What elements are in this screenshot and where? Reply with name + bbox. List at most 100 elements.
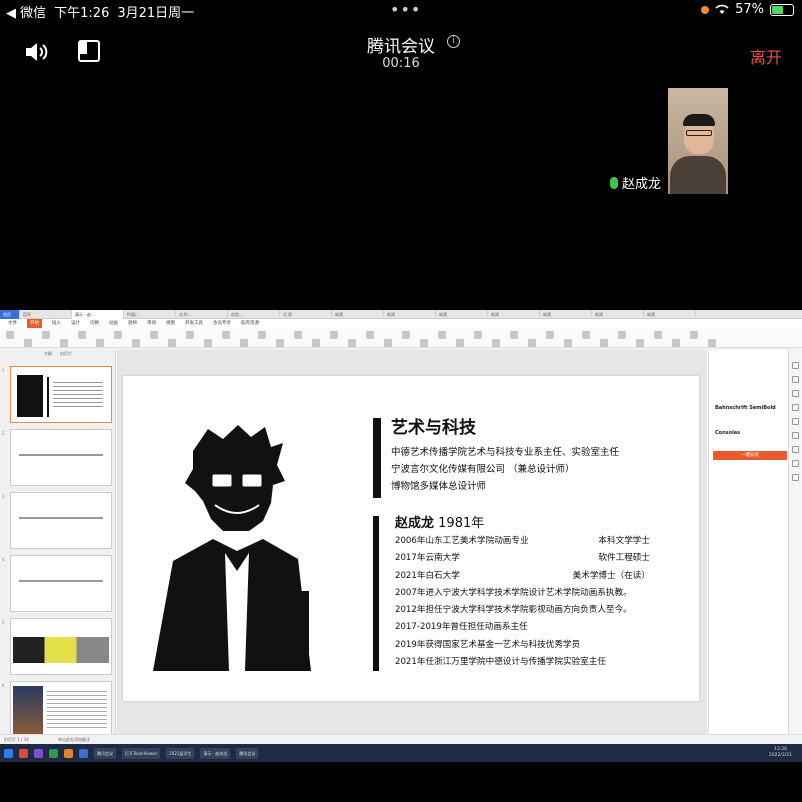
- ribbon-tool-icon[interactable]: [456, 339, 464, 347]
- ribbon-tool-icon[interactable]: [240, 339, 248, 347]
- menu-item[interactable]: 设计: [71, 319, 80, 328]
- back-to-app-link[interactable]: ◀ 微信: [6, 2, 46, 21]
- ribbon-tool-icon[interactable]: [438, 331, 446, 339]
- ribbon-tool-icon[interactable]: [690, 331, 698, 339]
- ribbon-tool-icon[interactable]: [618, 331, 626, 339]
- menu-item[interactable]: 会员专享: [213, 319, 231, 328]
- slide-thumbnail[interactable]: [10, 681, 112, 738]
- ribbon-tool-icon[interactable]: [366, 331, 374, 339]
- browser-tab[interactable]: 新建: [332, 310, 384, 319]
- taskbar-app-button[interactable]: 2021届学生: [166, 747, 195, 759]
- ribbon-tool-icon[interactable]: [168, 339, 176, 347]
- slide-thumbnail[interactable]: [10, 429, 112, 486]
- menu-item[interactable]: 开始: [27, 319, 42, 328]
- ribbon-tool-icon[interactable]: [312, 339, 320, 347]
- menu-item[interactable]: 开发工具: [185, 319, 203, 328]
- ribbon-tool-icon[interactable]: [42, 331, 50, 339]
- ribbon-tool-icon[interactable]: [708, 339, 716, 347]
- taskbar-app-icon[interactable]: [34, 748, 43, 758]
- ribbon-tool-icon[interactable]: [636, 339, 644, 347]
- taskbar-app-button[interactable]: 演示 - 赵成龙: [200, 747, 231, 759]
- side-tool-icon[interactable]: [792, 432, 799, 439]
- taskbar-app-icon[interactable]: [79, 748, 88, 758]
- ribbon-tool-icon[interactable]: [6, 331, 14, 339]
- menu-item[interactable]: 放映: [128, 319, 137, 328]
- participant-video[interactable]: [668, 88, 728, 194]
- ribbon-tool-icon[interactable]: [96, 339, 104, 347]
- slide[interactable]: 艺术与科技 中德艺术传播学院艺术与科技专业系主任、实验室主任 宁波言尔文化传媒有限…: [123, 376, 699, 701]
- ribbon-tool-icon[interactable]: [78, 331, 86, 339]
- browser-tab[interactable]: 艺术/...: [176, 310, 228, 319]
- ribbon-tool-icon[interactable]: [186, 331, 194, 339]
- browser-tab[interactable]: 稻壳: [20, 310, 72, 319]
- taskbar-app-button[interactable]: 腾讯会议: [236, 747, 259, 759]
- side-tool-icon[interactable]: [792, 390, 799, 397]
- ribbon-tool-icon[interactable]: [222, 331, 230, 339]
- ribbon-tool-icon[interactable]: [654, 331, 662, 339]
- taskbar-app-button[interactable]: 腾讯会议: [94, 747, 116, 759]
- ribbon-tool-icon[interactable]: [546, 331, 554, 339]
- side-tool-icon[interactable]: [792, 460, 799, 467]
- slides-tab[interactable]: 幻灯片: [60, 350, 72, 358]
- font-item[interactable]: Consolas: [715, 430, 740, 436]
- slide-thumbnail[interactable]: [10, 492, 112, 549]
- side-tool-icon[interactable]: [792, 362, 799, 369]
- menu-item[interactable]: 稻壳资源: [241, 319, 259, 328]
- ribbon-tool-icon[interactable]: [582, 331, 590, 339]
- taskbar-app-icon[interactable]: [4, 748, 13, 758]
- ribbon-tool-icon[interactable]: [348, 339, 356, 347]
- meeting-title[interactable]: 腾讯会议: [0, 32, 802, 57]
- ribbon-tool-icon[interactable]: [672, 339, 680, 347]
- ribbon-tool-icon[interactable]: [150, 331, 158, 339]
- taskbar-app-icon[interactable]: [64, 748, 73, 758]
- side-tool-icon[interactable]: [792, 376, 799, 383]
- side-tool-icon[interactable]: [792, 404, 799, 411]
- ribbon-tool-icon[interactable]: [60, 339, 68, 347]
- ribbon-tool-icon[interactable]: [24, 339, 32, 347]
- ribbon-tool-icon[interactable]: [492, 339, 500, 347]
- ribbon-tool-icon[interactable]: [330, 331, 338, 339]
- install-fonts-button[interactable]: 一键安装: [713, 451, 787, 460]
- menu-item[interactable]: 动画: [109, 319, 118, 328]
- font-item[interactable]: Bahnschrift SemiBold: [715, 405, 776, 411]
- slide-thumbnail[interactable]: [10, 366, 112, 423]
- ribbon-tool-icon[interactable]: [564, 339, 572, 347]
- ribbon-tool-icon[interactable]: [384, 339, 392, 347]
- ribbon-tool-icon[interactable]: [114, 331, 122, 339]
- browser-tab[interactable]: 怀疑/...: [124, 310, 176, 319]
- menu-item[interactable]: 视图: [166, 319, 175, 328]
- browser-tab[interactable]: 创造...: [228, 310, 280, 319]
- menu-item[interactable]: 切换: [90, 319, 99, 328]
- browser-tab[interactable]: 新建: [384, 310, 436, 319]
- leave-button[interactable]: 离开: [750, 44, 782, 68]
- browser-tab[interactable]: 新建: [592, 310, 644, 319]
- outline-tab[interactable]: 大纲: [44, 350, 52, 358]
- taskbar-app-icon[interactable]: [49, 748, 58, 758]
- menu-item[interactable]: 审阅: [147, 319, 156, 328]
- browser-tab[interactable]: 记 影: [280, 310, 332, 319]
- side-tool-icon[interactable]: [792, 446, 799, 453]
- ribbon-tool-icon[interactable]: [258, 331, 266, 339]
- browser-tab[interactable]: 新建: [436, 310, 488, 319]
- slide-thumbnail[interactable]: [10, 618, 112, 675]
- ribbon-tool-icon[interactable]: [294, 331, 302, 339]
- slide-thumbnail[interactable]: [10, 555, 112, 612]
- menu-item[interactable]: 插入: [52, 319, 61, 328]
- taskbar-app-button[interactable]: 打开TeamViewer: [122, 747, 161, 759]
- ribbon-tool-icon[interactable]: [132, 339, 140, 347]
- browser-tab[interactable]: 演示 - 赵...: [72, 310, 124, 319]
- browser-tab[interactable]: 新建: [540, 310, 592, 319]
- menu-item[interactable]: 文件: [8, 319, 17, 328]
- browser-tab[interactable]: 新建: [644, 310, 696, 319]
- taskbar-app-icon[interactable]: [19, 748, 28, 758]
- ribbon-tool-icon[interactable]: [600, 339, 608, 347]
- ribbon-tool-icon[interactable]: [402, 331, 410, 339]
- side-tool-icon[interactable]: [792, 418, 799, 425]
- browser-tab[interactable]: 新建: [488, 310, 540, 319]
- side-tool-icon[interactable]: [792, 474, 799, 481]
- ribbon-tool-icon[interactable]: [204, 339, 212, 347]
- ribbon-tool-icon[interactable]: [474, 331, 482, 339]
- info-icon[interactable]: i: [447, 35, 460, 48]
- browser-tab[interactable]: 首页: [0, 310, 20, 319]
- ribbon-tool-icon[interactable]: [420, 339, 428, 347]
